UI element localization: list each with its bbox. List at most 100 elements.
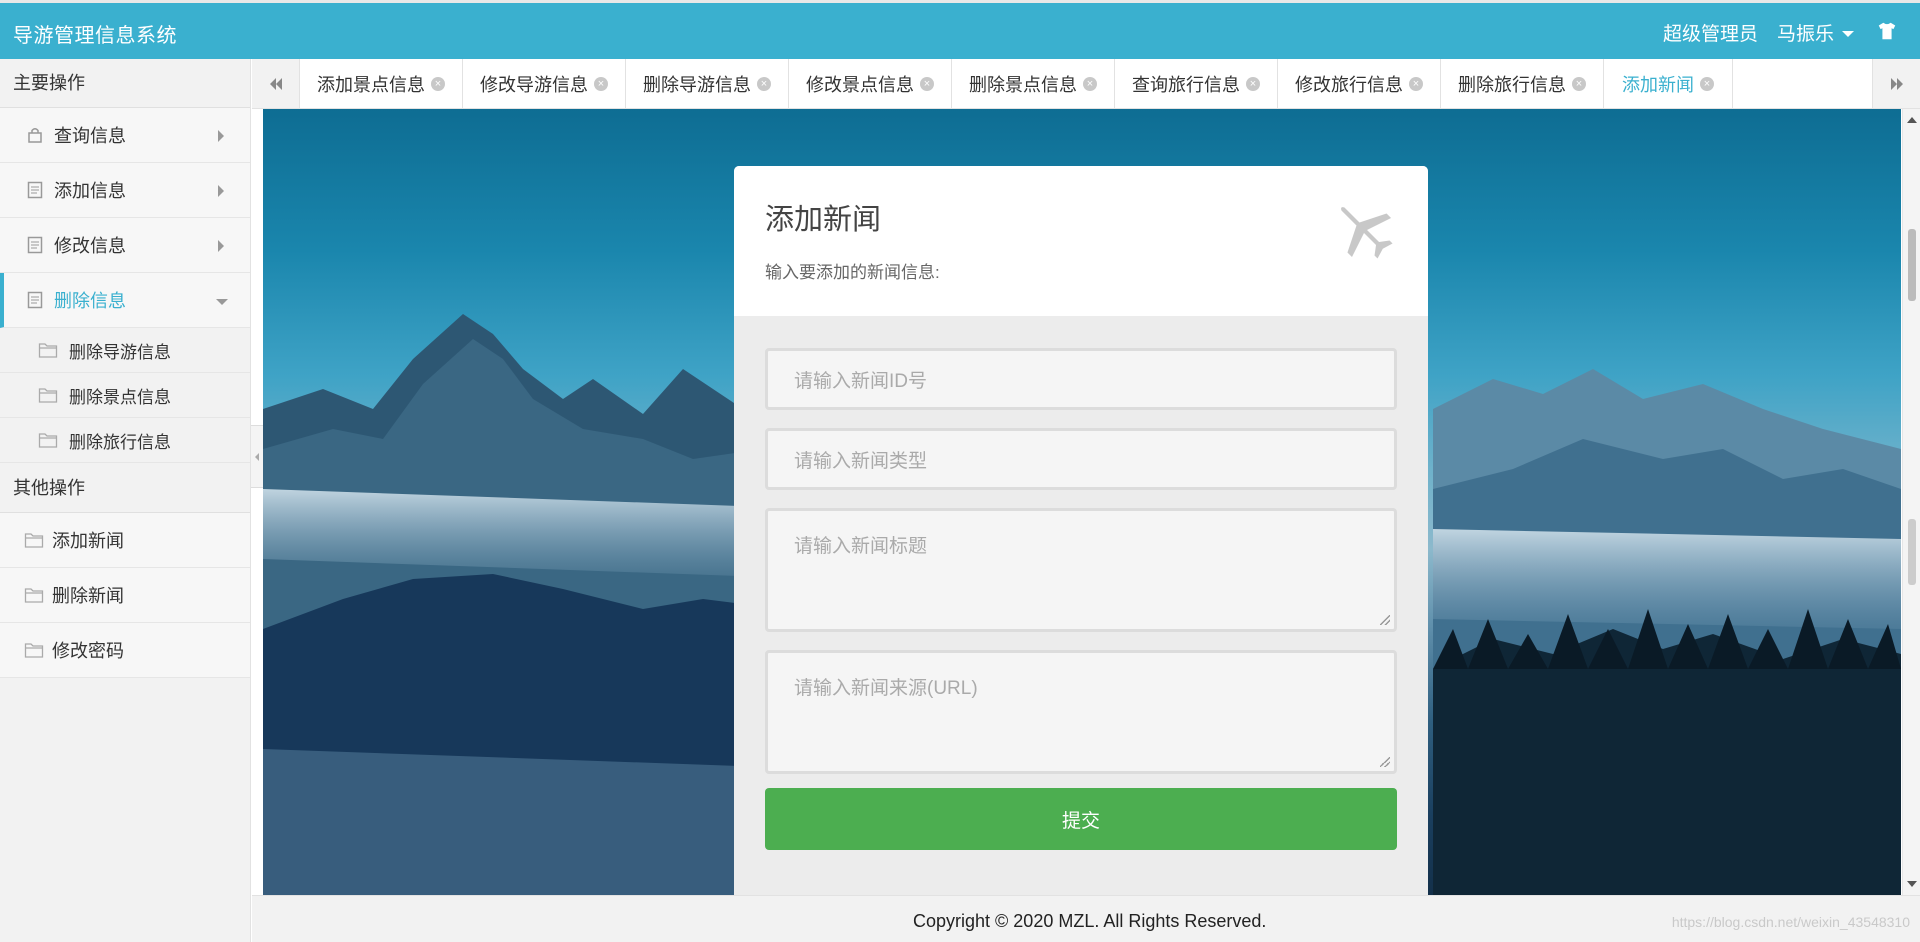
sidebar-subitem-delete-spot[interactable]: 删除景点信息 (0, 373, 250, 418)
tab-label: 添加新闻 (1622, 74, 1694, 95)
document-icon (24, 234, 46, 256)
close-icon[interactable]: × (920, 76, 934, 91)
sidebar-item-label: 修改密码 (52, 641, 124, 661)
sidebar-subitem-label: 删除景点信息 (69, 387, 171, 407)
document-icon (24, 179, 46, 201)
chevron-left-icon (255, 452, 259, 461)
scroll-thumb[interactable] (1908, 229, 1916, 301)
top-header: 导游管理信息系统 超级管理员 马振乐 (0, 0, 1920, 59)
tab-add-spot[interactable]: 添加景点信息 × (300, 59, 463, 108)
tab-label: 添加景点信息 (317, 74, 425, 95)
sidebar-item-delete[interactable]: 删除信息 (0, 273, 250, 328)
sidebar-subitem-delete-guide[interactable]: 删除导游信息 (0, 328, 250, 373)
folder-icon (24, 588, 44, 603)
sidebar-other-heading: 其他操作 (0, 463, 250, 513)
card-subtitle: 输入要添加的新闻信息: (765, 263, 940, 282)
folder-icon (38, 343, 58, 358)
card-header: 添加新闻 输入要添加的新闻信息: (734, 166, 1428, 316)
sidebar-item-label: 删除信息 (54, 291, 126, 311)
news-title-placeholder: 请输入新闻标题 (794, 536, 928, 557)
tab-label: 查询旅行信息 (1132, 74, 1240, 95)
tab-list: 添加景点信息 × 修改导游信息 × 删除导游信息 × 修改景点信息 × 删除景点信息 × … (300, 59, 1733, 108)
sidebar: 主要操作 查询信息 添加信息 修改信息 删除信息 删除导游信息 删除景点信息 删… (0, 59, 251, 942)
sidebar-item-label: 修改信息 (54, 236, 126, 256)
tab-label: 修改导游信息 (480, 74, 588, 95)
tab-modify-spot[interactable]: 修改景点信息 × (789, 59, 952, 108)
news-id-input[interactable]: 请输入新闻ID号 (765, 348, 1397, 410)
content-scrollbar[interactable] (1902, 109, 1920, 895)
close-icon[interactable]: × (1700, 76, 1714, 91)
close-icon[interactable]: × (1409, 76, 1423, 91)
resize-grip-icon[interactable] (1380, 615, 1390, 625)
sidebar-item-modify[interactable]: 修改信息 (0, 218, 250, 273)
tab-add-news[interactable]: 添加新闻 × (1604, 59, 1733, 108)
sidebar-item-change-password[interactable]: 修改密码 (0, 623, 250, 678)
tab-label: 修改旅行信息 (1295, 74, 1403, 95)
app-title: 导游管理信息系统 (13, 25, 177, 47)
tab-query-travel[interactable]: 查询旅行信息 × (1115, 59, 1278, 108)
sidebar-item-label: 删除新闻 (52, 586, 124, 606)
tab-label: 删除旅行信息 (1458, 74, 1566, 95)
scroll-up-arrow-icon[interactable] (1907, 117, 1917, 123)
card-title: 添加新闻 (765, 204, 882, 236)
sidebar-item-add-news[interactable]: 添加新闻 (0, 513, 250, 568)
shirt-icon[interactable] (1876, 20, 1898, 42)
scroll-down-arrow-icon[interactable] (1907, 881, 1917, 887)
footer: Copyright © 2020 MZL. All Rights Reserve… (252, 895, 1920, 942)
close-icon[interactable]: × (1246, 76, 1260, 91)
sidebar-item-label: 添加信息 (54, 181, 126, 201)
chevron-down-icon (216, 299, 228, 305)
user-name: 马振乐 (1777, 24, 1835, 45)
role-link[interactable]: 超级管理员 (1663, 19, 1758, 46)
sidebar-item-label: 查询信息 (54, 126, 126, 146)
sidebar-item-delete-news[interactable]: 删除新闻 (0, 568, 250, 623)
chevron-right-icon (218, 240, 224, 252)
sidebar-subitem-label: 删除导游信息 (69, 342, 171, 362)
close-icon[interactable]: × (1572, 76, 1586, 91)
close-icon[interactable]: × (431, 76, 445, 91)
news-source-textarea[interactable]: 请输入新闻来源(URL) (765, 650, 1397, 774)
news-title-textarea[interactable]: 请输入新闻标题 (765, 508, 1397, 632)
sidebar-main-heading: 主要操作 (0, 59, 250, 108)
sidebar-subitem-label: 删除旅行信息 (69, 432, 171, 452)
copyright-text: Copyright © 2020 MZL. All Rights Reserve… (913, 911, 1267, 931)
submit-button[interactable]: 提交 (765, 788, 1397, 850)
sidebar-item-add[interactable]: 添加信息 (0, 163, 250, 218)
sidebar-subitem-delete-travel[interactable]: 删除旅行信息 (0, 418, 250, 463)
double-chevron-right-icon (1890, 77, 1903, 90)
news-type-input[interactable]: 请输入新闻类型 (765, 428, 1397, 490)
document-icon (24, 289, 46, 311)
folder-icon (38, 433, 58, 448)
lock-icon (24, 124, 46, 146)
tab-label: 删除景点信息 (969, 74, 1077, 95)
tab-modify-guide[interactable]: 修改导游信息 × (463, 59, 626, 108)
resize-grip-icon[interactable] (1380, 757, 1390, 767)
tab-delete-spot[interactable]: 删除景点信息 × (952, 59, 1115, 108)
news-type-placeholder: 请输入新闻类型 (794, 450, 928, 472)
close-icon[interactable]: × (594, 76, 608, 91)
scroll-thumb-secondary[interactable] (1908, 519, 1916, 585)
tab-delete-travel[interactable]: 删除旅行信息 × (1441, 59, 1604, 108)
chevron-right-icon (218, 185, 224, 197)
news-id-placeholder: 请输入新闻ID号 (794, 370, 928, 392)
news-source-placeholder: 请输入新闻来源(URL) (794, 678, 978, 699)
tab-delete-guide[interactable]: 删除导游信息 × (626, 59, 789, 108)
tab-modify-travel[interactable]: 修改旅行信息 × (1278, 59, 1441, 108)
sidebar-item-label: 添加新闻 (52, 531, 124, 551)
tab-bar: 添加景点信息 × 修改导游信息 × 删除导游信息 × 修改景点信息 × 删除景点信息 × … (252, 59, 1920, 109)
chevron-down-icon (1842, 31, 1855, 37)
sidebar-item-query[interactable]: 查询信息 (0, 108, 250, 163)
close-icon[interactable]: × (1083, 76, 1097, 91)
tab-scroll-right-button[interactable] (1872, 59, 1920, 108)
close-icon[interactable]: × (757, 76, 771, 91)
folder-icon (38, 388, 58, 403)
add-news-card: 添加新闻 输入要添加的新闻信息: 请输入新闻ID号 请输入新闻类型 请输入新闻标… (734, 166, 1428, 895)
tab-scroll-left-button[interactable] (252, 59, 300, 108)
tab-label: 修改景点信息 (806, 74, 914, 95)
news-form: 请输入新闻ID号 请输入新闻类型 请输入新闻标题 请输入新闻来源(URL) 提交 (734, 316, 1428, 882)
user-menu[interactable]: 马振乐 (1777, 19, 1855, 46)
double-chevron-left-icon (269, 77, 282, 90)
tab-label: 删除导游信息 (643, 74, 751, 95)
folder-icon (24, 533, 44, 548)
folder-icon (24, 643, 44, 658)
